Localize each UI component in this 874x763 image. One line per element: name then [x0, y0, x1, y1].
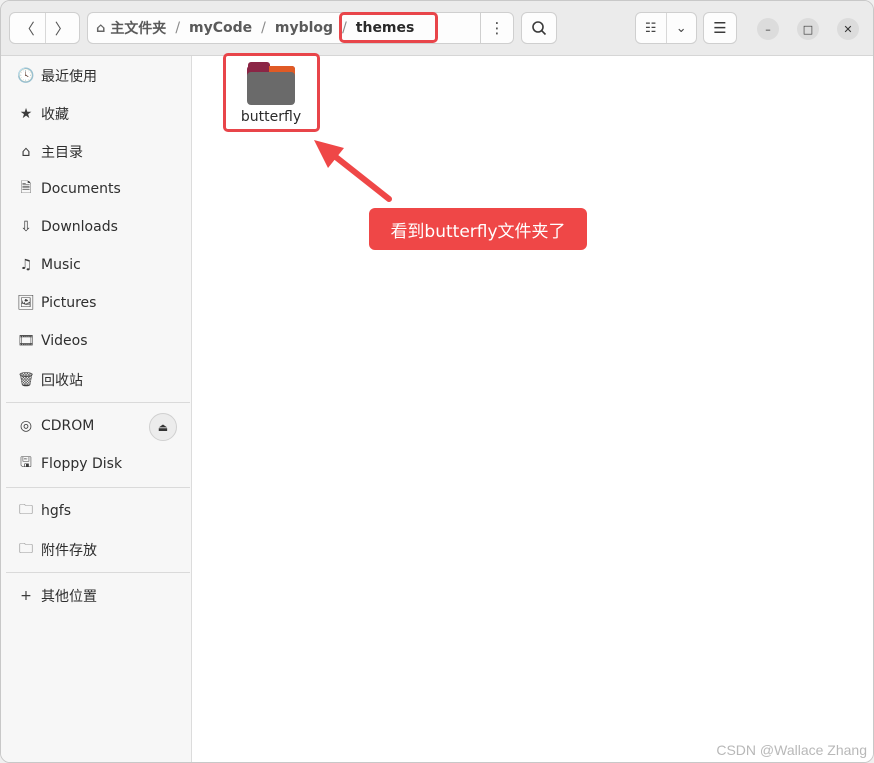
sidebar-item-label: 主目录 — [41, 145, 83, 161]
home-icon: ⌂ — [96, 20, 106, 36]
sidebar-item-other-locations[interactable]: + 其他位置 — [1, 579, 191, 613]
sidebar-item-label: 最近使用 — [41, 69, 97, 85]
sidebar-item-recent[interactable]: 🕓 最近使用 — [1, 59, 191, 93]
back-button[interactable]: 〈 — [10, 13, 45, 43]
path-menu-button[interactable]: ⋮ — [480, 12, 514, 44]
clock-icon: 🕓 — [17, 68, 35, 84]
kebab-menu-icon: ⋮ — [489, 19, 505, 37]
search-icon — [532, 21, 547, 36]
close-icon: ✕ — [843, 22, 853, 36]
sidebar-item-label: CDROM — [41, 418, 95, 434]
sidebar-item-label: 附件存放 — [41, 543, 97, 559]
forward-button[interactable]: 〉 — [44, 13, 80, 43]
sidebar-item-documents[interactable]: 🗎 Documents — [1, 172, 191, 206]
disc-icon: ◎ — [19, 418, 33, 434]
sidebar-item-label: 收藏 — [41, 107, 69, 123]
sidebar-item-home[interactable]: ⌂ 主目录 — [1, 135, 191, 169]
hamburger-menu-icon: ☰ — [713, 19, 727, 37]
breadcrumb-separator: / — [342, 20, 347, 36]
sidebar-item-label: Music — [41, 257, 81, 273]
header-bar: 〈 〉 ⌂ 主文件夹 / myCode / myblog / themes ⋮ … — [1, 1, 873, 56]
maximize-icon: □ — [802, 22, 814, 36]
download-icon: ⇩ — [20, 219, 32, 235]
film-icon: 🎞 — [17, 333, 35, 349]
breadcrumb-myblog[interactable]: myblog — [275, 20, 333, 36]
minimize-button[interactable]: – — [757, 18, 779, 40]
plus-icon: + — [20, 588, 32, 604]
sidebar-item-floppy[interactable]: 🖫 Floppy Disk — [1, 447, 191, 481]
breadcrumb-themes[interactable]: themes — [356, 20, 415, 36]
maximize-button[interactable]: □ — [797, 18, 819, 40]
sidebar-divider — [6, 572, 190, 573]
sidebar-item-label: 回收站 — [41, 373, 83, 389]
sidebar-item-videos[interactable]: 🎞 Videos — [1, 324, 191, 358]
floppy-icon: 🖫 — [20, 455, 32, 471]
folder-icon — [247, 62, 295, 106]
breadcrumb-mycode[interactable]: myCode — [189, 20, 252, 36]
close-button[interactable]: ✕ — [837, 18, 859, 40]
chevron-left-icon: 〈 — [19, 19, 35, 38]
sidebar-item-label: 其他位置 — [41, 589, 97, 605]
document-icon: 🗎 — [20, 180, 32, 196]
annotation-callout: 看到butterfly文件夹了 — [369, 208, 587, 250]
watermark: CSDN @Wallace Zhang — [716, 742, 867, 758]
sidebar-item-starred[interactable]: ★ 收藏 — [1, 97, 191, 131]
search-button[interactable] — [521, 12, 557, 44]
breadcrumb-separator: / — [175, 20, 181, 36]
star-icon: ★ — [19, 106, 33, 122]
sidebar-item-attachments[interactable]: 🗀 附件存放 — [1, 533, 191, 567]
eject-button[interactable]: ⏏ — [149, 413, 177, 441]
view-options-button[interactable]: ⌄ — [665, 13, 697, 43]
sidebar-item-label: Videos — [41, 333, 88, 349]
sidebar-item-label: hgfs — [41, 503, 71, 519]
chevron-right-icon: 〉 — [54, 19, 70, 38]
sidebar-item-label: Pictures — [41, 295, 97, 311]
view-mode-group: ☷ ⌄ — [635, 12, 697, 44]
breadcrumb-home[interactable]: 主文件夹 — [110, 18, 166, 38]
list-view-button[interactable]: ☷ — [636, 13, 666, 43]
list-view-icon: ☷ — [644, 20, 657, 36]
sidebar-item-hgfs[interactable]: 🗀 hgfs — [1, 494, 191, 528]
breadcrumb: ⌂ 主文件夹 / myCode / myblog / themes — [87, 12, 480, 44]
sidebar-divider — [6, 487, 190, 488]
folder-label: butterfly — [240, 109, 302, 125]
sidebar-item-label: Floppy Disk — [41, 456, 123, 472]
minimize-icon: – — [765, 22, 771, 36]
sidebar-item-label: Documents — [41, 181, 121, 197]
home-icon: ⌂ — [21, 144, 31, 160]
file-manager-window: 〈 〉 ⌂ 主文件夹 / myCode / myblog / themes ⋮ … — [0, 0, 874, 763]
folder-icon: 🗀 — [19, 502, 33, 518]
sidebar-item-downloads[interactable]: ⇩ Downloads — [1, 210, 191, 244]
breadcrumb-separator: / — [261, 20, 266, 36]
sidebar-item-trash[interactable]: 🗑 回收站 — [1, 363, 191, 397]
folder-item-butterfly[interactable]: butterfly — [226, 58, 316, 131]
folder-icon: 🗀 — [19, 541, 33, 557]
file-view: butterfly 看到butterfly文件夹了 — [192, 53, 873, 762]
sidebar-item-label: Downloads — [41, 219, 118, 235]
sidebar: 🕓 最近使用 ★ 收藏 ⌂ 主目录 🗎 Documents ⇩ Downloads ♫ Mu… — [1, 56, 192, 762]
annotation-arrow — [314, 140, 392, 202]
picture-icon: 🖼 — [17, 295, 35, 311]
sidebar-item-music[interactable]: ♫ Music — [1, 248, 191, 282]
sidebar-item-pictures[interactable]: 🖼 Pictures — [1, 286, 191, 320]
navigation-buttons: 〈 〉 — [9, 12, 80, 44]
trash-icon: 🗑 — [17, 372, 35, 388]
chevron-down-icon: ⌄ — [675, 20, 687, 36]
eject-icon: ⏏ — [157, 420, 169, 434]
main-menu-button[interactable]: ☰ — [703, 12, 737, 44]
sidebar-divider — [6, 402, 190, 403]
music-icon: ♫ — [19, 257, 33, 273]
